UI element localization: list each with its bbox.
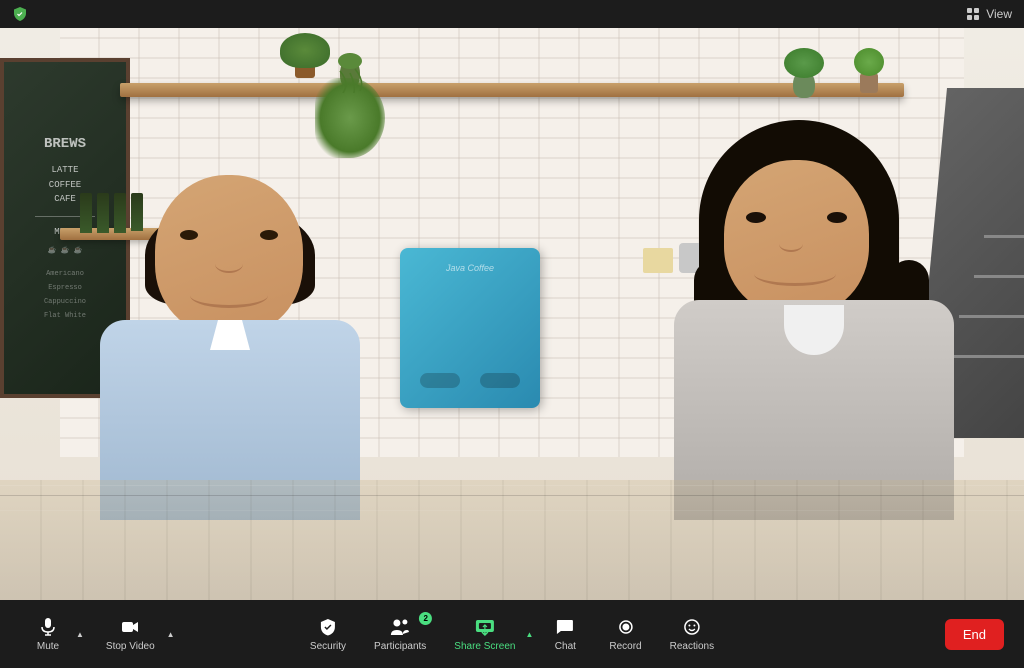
shelf-plant-3 [854,48,884,93]
toolbar-center-controls: Security Participants 2 [298,610,726,658]
view-label[interactable]: View [986,7,1012,21]
person-right [664,140,964,520]
toolbar-left-controls: Mute ▲ Stop Video ▲ [20,610,175,658]
chat-button[interactable]: Chat [537,610,593,658]
face-right [724,160,869,315]
reactions-icon [681,616,703,638]
mute-label: Mute [37,641,59,652]
title-bar-right: View [966,7,1012,21]
mute-chevron[interactable]: ▲ [76,630,84,639]
video-container: BREWS LATTE COFFEE CAFE MENU ☕ ☕ ☕ Ameri… [0,28,1024,600]
coffee-machine: Java Coffee [400,248,540,408]
video-chevron[interactable]: ▲ [167,630,175,639]
end-button[interactable]: End [945,619,1004,650]
share-screen-button[interactable]: Share Screen [442,610,527,658]
table-surface [0,480,1024,600]
person-left [80,150,380,520]
record-button[interactable]: Record [597,610,653,658]
record-icon [614,616,636,638]
shield-icon [12,6,28,22]
grid-icon [966,7,980,21]
participants-icon [389,616,411,638]
face-left [155,175,303,335]
share-chevron[interactable]: ▲ [525,630,533,639]
chat-icon [554,616,576,638]
security-label: Security [310,641,346,652]
title-bar: View [0,0,1024,28]
shelf-plant-2 [784,43,824,98]
stop-video-label: Stop Video [106,641,155,652]
stop-video-button[interactable]: Stop Video [94,610,167,658]
toolbar-right-controls: End [945,619,1004,650]
participants-label: Participants [374,641,426,652]
video-icon [119,616,141,638]
mute-button[interactable]: Mute [20,610,76,658]
hanging-plant [310,58,390,158]
chat-label: Chat [555,641,576,652]
reactions-button[interactable]: Reactions [658,610,726,658]
title-bar-left [12,6,28,22]
share-screen-label: Share Screen [454,641,515,652]
toolbar: Mute ▲ Stop Video ▲ Security [0,600,1024,668]
security-button[interactable]: Security [298,610,358,658]
security-icon [317,616,339,638]
mic-icon [37,616,59,638]
share-screen-icon [474,616,496,638]
participants-button[interactable]: Participants 2 [362,610,438,658]
record-label: Record [609,641,641,652]
participants-badge: 2 [419,612,432,625]
reactions-label: Reactions [670,641,714,652]
